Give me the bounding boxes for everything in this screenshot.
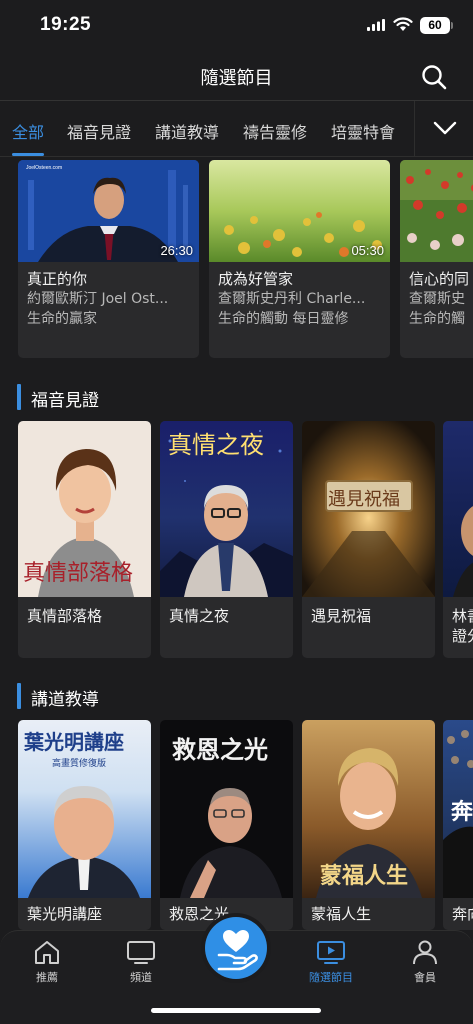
video-thumbnail: 05:30 [209,160,390,262]
app-header: 隨選節目 [0,52,473,100]
nav-recommended[interactable]: 推薦 [12,939,82,985]
poster-title: 奔 [451,799,473,825]
tab-testimony[interactable]: 福音見證 [67,119,131,143]
nav-member[interactable]: 會員 [390,939,460,985]
chevron-down-icon[interactable] [431,116,459,140]
home-indicator [151,1008,321,1013]
program-card[interactable]: 救恩之光 救恩之光 [160,720,293,930]
program-poster: 救恩之光 [160,720,293,898]
program-label: 林書 [452,607,473,625]
poster-title: 蒙福人生 [320,863,409,889]
poster-title: 真情之夜 [168,431,264,459]
status-time: 19:25 [40,14,92,35]
program-label-line2: 證分 [452,627,473,645]
program-poster: 蒙福人生 [302,720,435,898]
program-card[interactable]: 真情部落格 真情部落格 [18,421,151,658]
program-poster: 遇見祝福 [302,421,435,597]
episode-speaker: 查爾斯史丹利 Charle... [218,291,366,307]
episode-speaker: 約爾歐斯汀 Joel Ost... [27,291,169,307]
program-poster: 奔 [443,720,473,898]
program-card[interactable]: 真情之夜 真情之夜 [160,421,293,658]
program-label: 葉光明講座 [27,905,103,923]
episode-title: 真正的你 [27,270,88,288]
poster-title: 真情部落格 [23,561,134,586]
nav-label: 頻道 [130,971,152,984]
nav-label: 推薦 [36,971,58,984]
program-card[interactable]: 蒙福人生 蒙福人生 [302,720,435,930]
program-card[interactable]: 奔 奔向 [443,720,473,930]
battery-icon: 60 [420,17,450,34]
play-screen-icon [317,941,345,964]
tv-icon [127,941,155,964]
program-card[interactable]: 葉光明講座 高畫質修復版 葉光明講座 [18,720,151,930]
program-poster: 葉光明講座 高畫質修復版 [18,720,151,898]
program-label: 真情部落格 [27,607,103,625]
status-bar: 19:25 60 [0,0,473,52]
episode-title: 成為好管家 [218,270,294,288]
video-thumbnail [400,160,473,262]
nav-channels[interactable]: 頻道 [106,939,176,985]
poster-title: 遇見祝福 [328,489,400,510]
program-label: 蒙福人生 [311,905,372,923]
featured-card[interactable]: 05:30 成為好管家 查爾斯史丹利 Charle... 生命的觸動 每日靈修 [209,160,390,358]
person-icon [413,940,437,965]
tab-prayer[interactable]: 禱告靈修 [243,119,307,143]
program-card[interactable]: 遇見祝福 遇見祝福 [302,421,435,658]
signal-icon [367,19,385,31]
nav-label: 隨選節目 [309,971,353,984]
duration-badge: 05:30 [351,243,384,258]
section-accent-bar [17,384,21,410]
featured-card[interactable]: 信心的同 查爾斯史 生命的觸 [400,160,473,358]
page-title: 隨選節目 [200,68,273,89]
episode-program: 生命的贏家 [27,311,97,327]
search-icon[interactable] [420,63,448,91]
heart-hand-icon [217,930,258,971]
featured-card[interactable]: JoelOsteen.com 26:30 真正的你 約爾歐斯汀 Joel Ost… [18,160,199,358]
section-title-testimony: 福音見證 [31,391,99,411]
episode-title: 信心的同 [409,270,470,288]
episode-program: 生命的觸 [409,311,465,327]
program-poster: 真情部落格 [18,421,151,597]
video-thumbnail: JoelOsteen.com 26:30 [18,160,199,262]
tab-indicator [12,153,44,156]
program-label: 真情之夜 [169,607,230,625]
nav-label: 會員 [414,971,436,984]
episode-program: 生命的觸動 每日靈修 [218,311,349,327]
program-label: 遇見祝福 [311,607,372,625]
poster-subtitle: 高畫質修復版 [52,759,107,769]
program-label: 奔向 [452,905,473,923]
giving-button[interactable] [205,917,267,979]
thumb-caption: JoelOsteen.com [26,165,62,171]
program-poster: 真情之夜 [160,421,293,597]
program-poster [443,421,473,597]
section-accent-bar [17,683,21,709]
duration-badge: 26:30 [160,243,193,258]
wifi-icon [393,17,413,31]
home-icon [35,941,59,964]
category-tabs: 全部 福音見證 講道教導 禱告靈修 培靈特會 [0,100,473,157]
poster-title: 葉光明講座 [24,730,124,754]
tab-teaching[interactable]: 講道教導 [155,119,219,143]
section-title-teaching: 講道教導 [31,690,99,710]
tab-conference[interactable]: 培靈特會 [331,119,395,143]
program-card[interactable]: 林書 證分 [443,421,473,658]
nav-on-demand[interactable]: 隨選節目 [296,939,366,985]
tab-all[interactable]: 全部 [12,119,44,143]
episode-speaker: 查爾斯史 [409,291,465,307]
poster-title: 救恩之光 [172,735,268,764]
